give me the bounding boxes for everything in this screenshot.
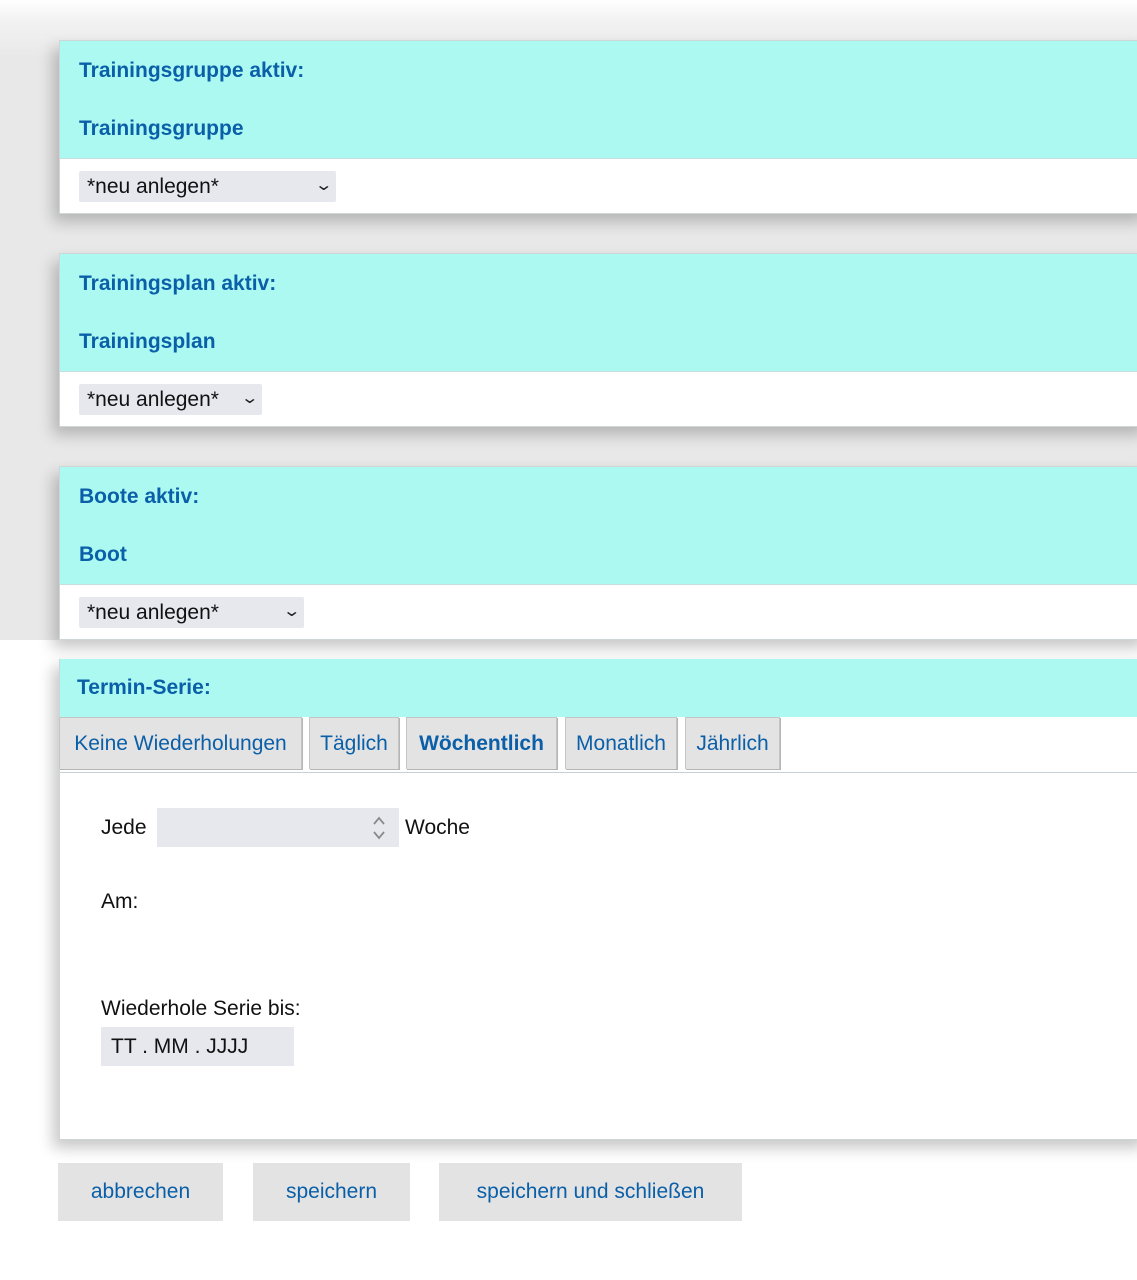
- every-label: Jede: [101, 816, 147, 839]
- weekday-label: Am:: [101, 890, 139, 913]
- panel-header: Boote aktiv: Boot: [60, 467, 1137, 585]
- training-plan-panel: Trainingsplan aktiv: Trainingsplan *neu …: [59, 253, 1137, 427]
- training-plan-label: Trainingsplan: [79, 330, 216, 353]
- panel-header: Trainingsplan aktiv: Trainingsplan: [60, 254, 1137, 372]
- repeat-until-label: Wiederhole Serie bis:: [101, 997, 301, 1020]
- chevron-down-icon: ⌄: [239, 390, 259, 407]
- tab-taeglich[interactable]: Täglich: [309, 717, 399, 769]
- boats-panel: Boote aktiv: Boot *neu anlegen* ⌄: [59, 466, 1137, 640]
- cancel-button[interactable]: abbrechen: [58, 1163, 223, 1221]
- select-value: *neu anlegen*: [87, 600, 219, 624]
- training-plan-active-label: Trainingsplan aktiv:: [79, 272, 277, 295]
- training-group-active-label: Trainingsgruppe aktiv:: [79, 59, 305, 82]
- training-group-panel: Trainingsgruppe aktiv: Trainingsgruppe *…: [59, 40, 1137, 214]
- boats-active-label: Boote aktiv:: [79, 485, 200, 508]
- select-row: *neu anlegen* ⌄: [60, 372, 1137, 426]
- training-plan-select[interactable]: *neu anlegen* ⌄: [79, 384, 262, 415]
- training-group-label: Trainingsgruppe: [79, 117, 244, 140]
- tab-woechentlich[interactable]: Wöchentlich: [406, 717, 557, 769]
- tab-jaehrlich[interactable]: Jährlich: [685, 717, 780, 769]
- select-row: *neu anlegen* ⌄: [60, 159, 1137, 213]
- recurrence-tabs: Keine Wiederholungen Täglich Wöchentlich…: [59, 717, 1137, 773]
- recurrence-title: Termin-Serie:: [77, 676, 211, 699]
- chevron-down-icon: ⌄: [281, 603, 301, 620]
- boat-select[interactable]: *neu anlegen* ⌄: [79, 597, 304, 628]
- select-row: *neu anlegen* ⌄: [60, 585, 1137, 639]
- select-value: *neu anlegen*: [87, 174, 219, 198]
- training-group-select[interactable]: *neu anlegen* ⌄: [79, 171, 336, 202]
- recurrence-header: Termin-Serie:: [60, 659, 1137, 717]
- week-unit-label: Woche: [405, 816, 470, 839]
- interval-stepper[interactable]: [157, 808, 399, 847]
- save-and-close-button[interactable]: speichern und schließen: [439, 1163, 742, 1221]
- save-button[interactable]: speichern: [253, 1163, 410, 1221]
- select-value: *neu anlegen*: [87, 387, 219, 411]
- tab-monatlich[interactable]: Monatlich: [565, 717, 677, 769]
- boat-label: Boot: [79, 543, 127, 566]
- recurrence-panel: Termin-Serie: Keine Wiederholungen Tägli…: [59, 659, 1137, 1140]
- stepper-arrows-icon[interactable]: [372, 815, 386, 841]
- chevron-down-icon: ⌄: [313, 177, 333, 194]
- date-placeholder: TT . MM . JJJJ: [111, 1035, 249, 1058]
- repeat-until-date-input[interactable]: TT . MM . JJJJ: [101, 1027, 294, 1066]
- panel-header: Trainingsgruppe aktiv: Trainingsgruppe: [60, 41, 1137, 159]
- tab-keine-wiederholungen[interactable]: Keine Wiederholungen: [59, 717, 302, 769]
